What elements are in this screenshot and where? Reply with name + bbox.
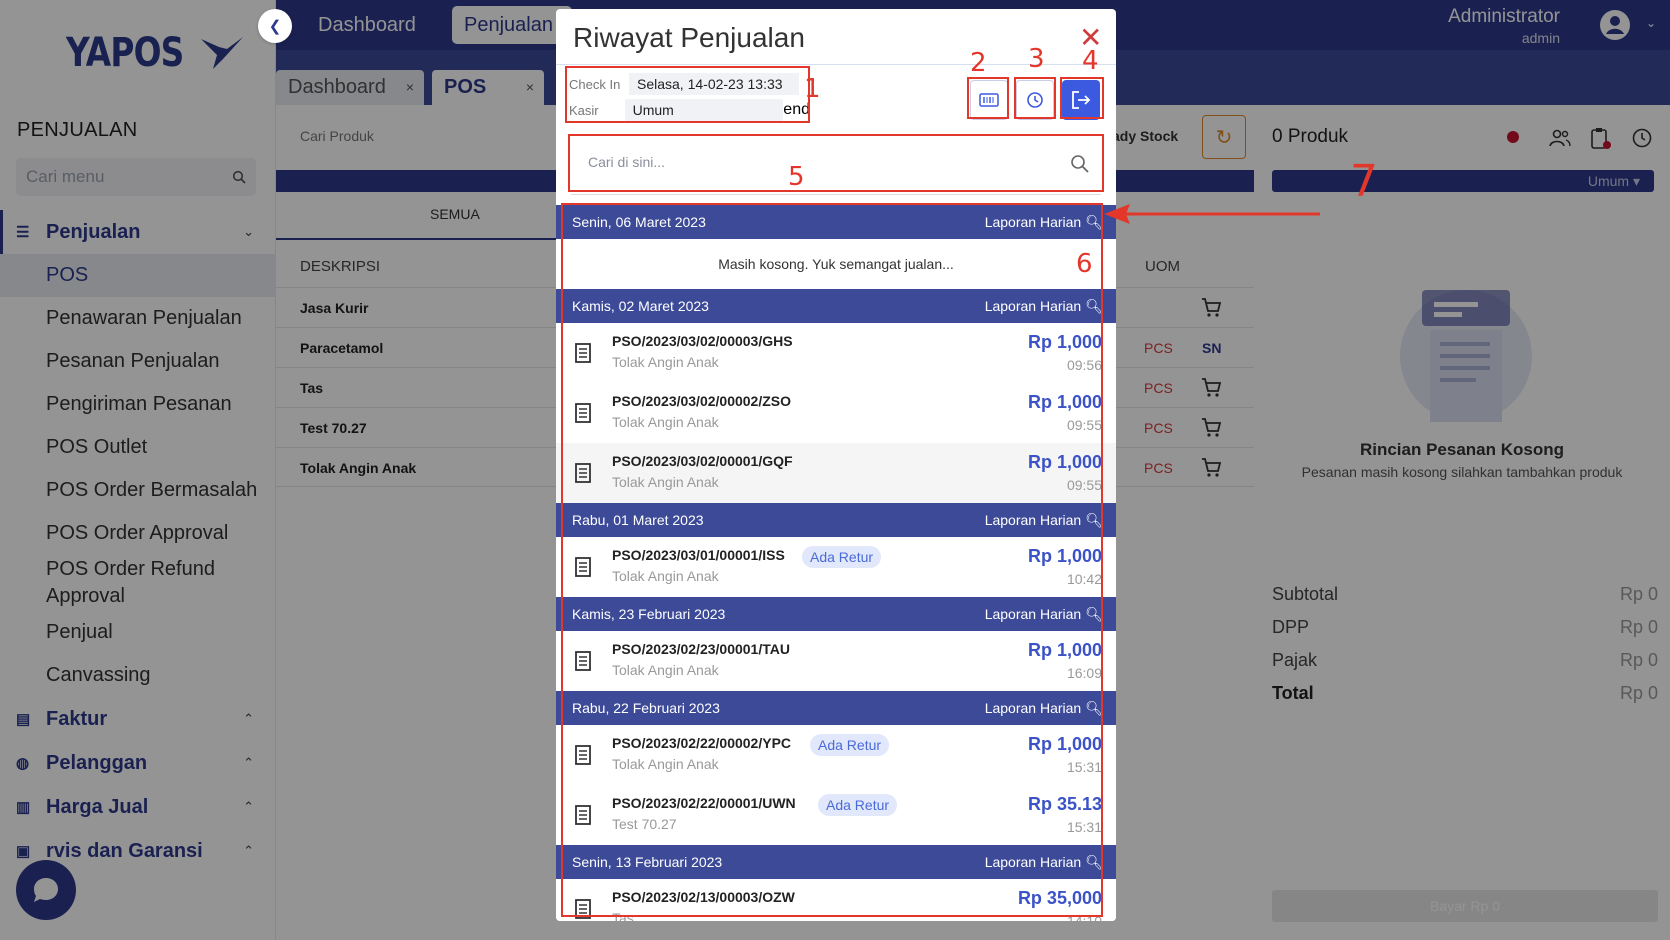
modal-title: Riwayat Penjualan [573, 22, 805, 53]
annotation-box-6 [561, 203, 1103, 917]
sidebar-collapse-button[interactable]: ❮ [258, 9, 292, 43]
annotation-box-4 [1060, 77, 1104, 119]
annotation-number-2: 2 [970, 48, 987, 78]
annotation-box-3 [1014, 77, 1056, 119]
app-root: YAPOS PENJUALAN Cari menu ☰ Penjualan ⌄ … [0, 0, 1670, 940]
annotation-box-2 [967, 77, 1009, 119]
annotation-number-3: 3 [1028, 44, 1045, 74]
annotation-number-1: 1 [804, 74, 821, 104]
annotation-box-1 [565, 66, 810, 123]
chevron-left-icon: ❮ [268, 18, 282, 35]
annotation-number-4: 4 [1082, 46, 1099, 76]
annotation-box-5 [568, 134, 1104, 192]
annotation-number-5: 5 [788, 162, 805, 192]
annotation-arrow [1104, 204, 1320, 224]
annotation-number-6: 6 [1076, 249, 1093, 279]
annotation-number-7: 7 [1350, 156, 1378, 207]
